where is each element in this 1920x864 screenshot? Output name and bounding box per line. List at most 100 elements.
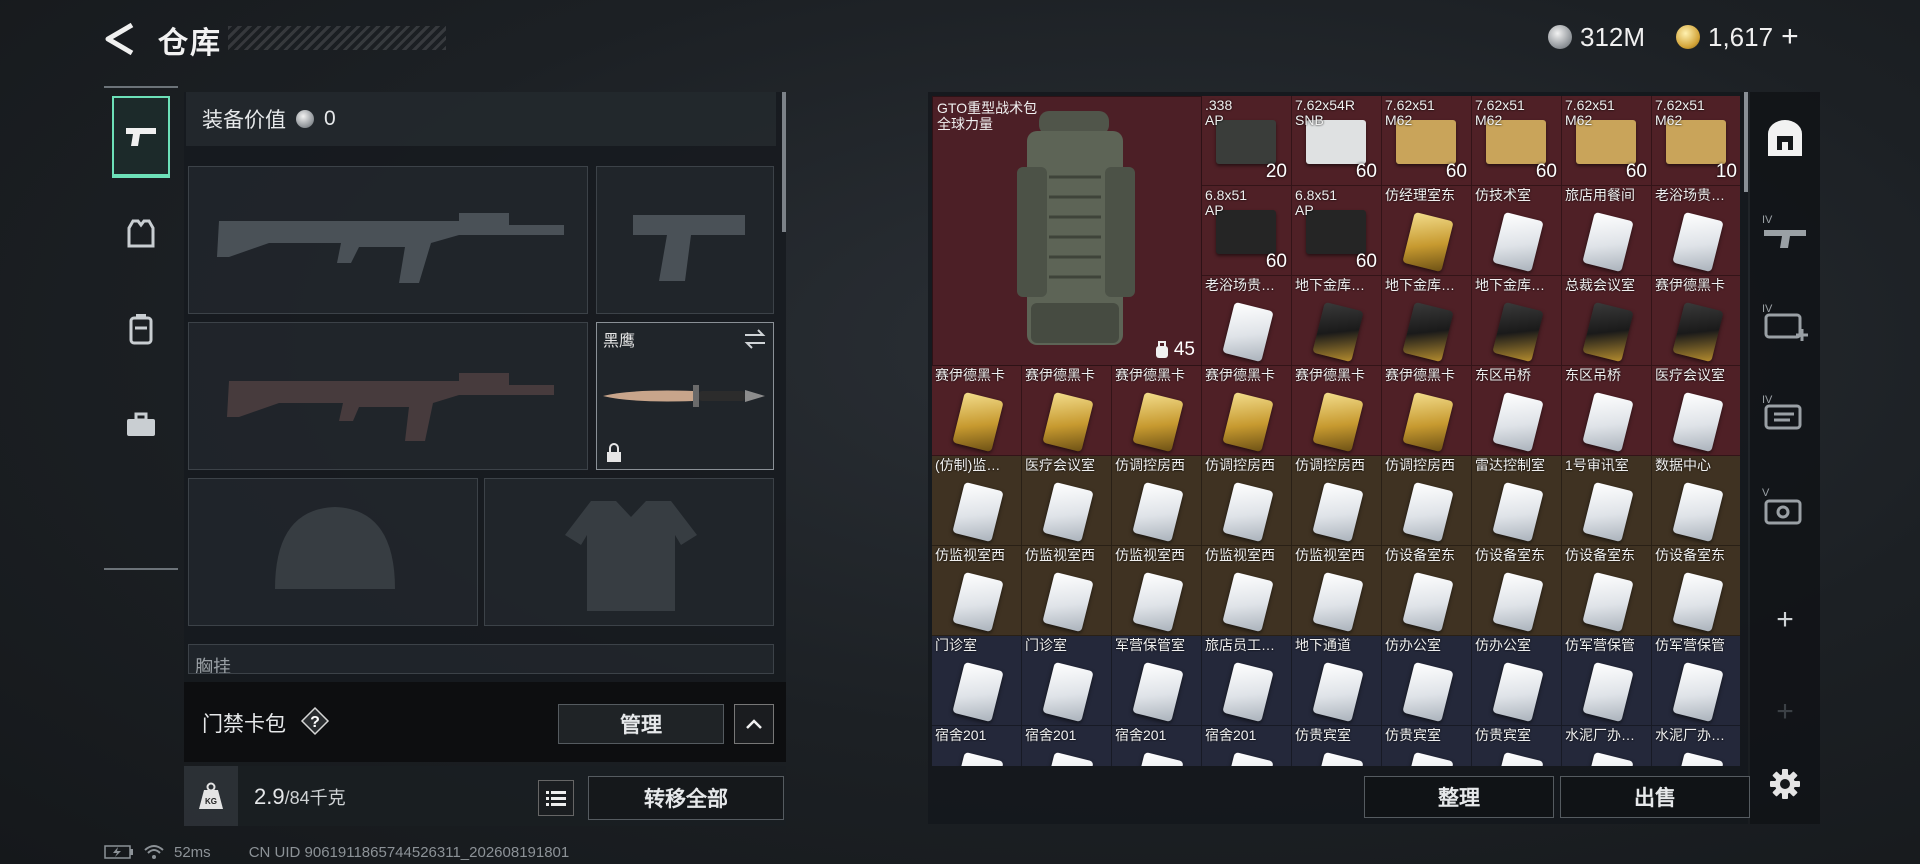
rail-ammo-case[interactable]: IV: [1758, 382, 1812, 442]
storage-item[interactable]: 7.62x51 M62 60: [1382, 96, 1472, 186]
storage-item[interactable]: 仿贵宾室: [1292, 726, 1382, 766]
storage-item[interactable]: 仿技术室: [1472, 186, 1562, 276]
storage-item[interactable]: 仿调控房西: [1382, 456, 1472, 546]
storage-item[interactable]: 宿舍201: [1112, 726, 1202, 766]
storage-item[interactable]: 仿监视室西: [1112, 546, 1202, 636]
storage-item[interactable]: 仿设备室东: [1652, 546, 1740, 636]
help-icon[interactable]: ?: [300, 706, 330, 736]
storage-item[interactable]: 老浴场贵…: [1202, 276, 1292, 366]
storage-item[interactable]: 地下通道: [1292, 636, 1382, 726]
item-name: 军营保管室: [1115, 638, 1185, 653]
storage-item[interactable]: 赛伊德黑卡: [1022, 366, 1112, 456]
tab-weapons[interactable]: [112, 96, 170, 178]
storage-item[interactable]: 总裁会议室: [1562, 276, 1652, 366]
storage-item[interactable]: 仿监视室西: [1292, 546, 1382, 636]
secondary-weapon-slot[interactable]: [188, 322, 588, 470]
storage-item[interactable]: 赛伊德黑卡: [1652, 276, 1740, 366]
storage-item[interactable]: (仿制)监…: [932, 456, 1022, 546]
storage-item[interactable]: 仿监视室西: [1202, 546, 1292, 636]
storage-item[interactable]: 赛伊德黑卡: [1202, 366, 1292, 456]
storage-scrollbar[interactable]: [1744, 92, 1748, 192]
chest-rig-slot[interactable]: 胸挂: [188, 644, 774, 674]
collapse-button[interactable]: [734, 704, 774, 744]
storage-item[interactable]: 仿设备室东: [1562, 546, 1652, 636]
rail-weapon-case[interactable]: IV: [1758, 202, 1812, 262]
storage-item[interactable]: 雷达控制室: [1472, 456, 1562, 546]
rail-add-button[interactable]: +: [1758, 590, 1812, 650]
storage-item[interactable]: 赛伊德黑卡: [1382, 366, 1472, 456]
storage-item[interactable]: 宿舍201: [932, 726, 1022, 766]
keycard-icon: [1492, 751, 1544, 766]
storage-item[interactable]: 东区吊桥: [1562, 366, 1652, 456]
storage-item[interactable]: 水泥厂办…: [1562, 726, 1652, 766]
rail-safebox[interactable]: [1758, 108, 1812, 168]
tab-backpack[interactable]: [112, 288, 170, 370]
armor-slot[interactable]: [484, 478, 774, 626]
list-view-button[interactable]: [538, 780, 574, 816]
rail-medical-case[interactable]: IV: [1758, 292, 1812, 352]
storage-item[interactable]: 东区吊桥: [1472, 366, 1562, 456]
backpack-item[interactable]: GTO重型战术包 全球力量 45: [932, 96, 1202, 366]
storage-item[interactable]: 仿监视室西: [932, 546, 1022, 636]
storage-item[interactable]: 门诊室: [932, 636, 1022, 726]
item-name: 地下通道: [1295, 638, 1351, 653]
storage-item[interactable]: 水泥厂办…: [1652, 726, 1740, 766]
storage-item[interactable]: 仿办公室: [1382, 636, 1472, 726]
storage-item[interactable]: 宿舍201: [1202, 726, 1292, 766]
sell-button[interactable]: 出售: [1560, 776, 1750, 818]
storage-item[interactable]: 医疗会议室: [1022, 456, 1112, 546]
storage-item[interactable]: 1号审讯室: [1562, 456, 1652, 546]
storage-item[interactable]: 地下金库…: [1382, 276, 1472, 366]
storage-item[interactable]: .338 AP 20: [1202, 96, 1292, 186]
keycard-icon: [1402, 391, 1454, 453]
add-gold-icon[interactable]: +: [1781, 20, 1799, 54]
storage-item[interactable]: 旅店员工…: [1202, 636, 1292, 726]
storage-item[interactable]: 仿设备室东: [1382, 546, 1472, 636]
storage-item[interactable]: 老浴场贵…: [1652, 186, 1740, 276]
primary-weapon-slot[interactable]: [188, 166, 588, 314]
melee-slot[interactable]: 黑鹰: [596, 322, 774, 470]
storage-item[interactable]: 仿经理室东: [1382, 186, 1472, 276]
storage-item[interactable]: 数据中心: [1652, 456, 1740, 546]
currency-gold[interactable]: 1,617 +: [1676, 20, 1799, 54]
storage-item[interactable]: 仿设备室东: [1472, 546, 1562, 636]
storage-item[interactable]: 仿监视室西: [1022, 546, 1112, 636]
storage-item[interactable]: 仿调控房西: [1112, 456, 1202, 546]
storage-item[interactable]: 仿调控房西: [1202, 456, 1292, 546]
storage-item[interactable]: 仿办公室: [1472, 636, 1562, 726]
storage-item[interactable]: 6.8x51 AP 60: [1202, 186, 1292, 276]
settings-button[interactable]: [1758, 754, 1812, 814]
helmet-slot[interactable]: [188, 478, 478, 626]
storage-item[interactable]: 军营保管室: [1112, 636, 1202, 726]
transfer-all-button[interactable]: 转移全部: [588, 776, 784, 820]
storage-item[interactable]: 赛伊德黑卡: [1112, 366, 1202, 456]
storage-item[interactable]: 赛伊德黑卡: [1292, 366, 1382, 456]
rail-tool-case[interactable]: V: [1758, 476, 1812, 536]
storage-item[interactable]: 7.62x51 M62 60: [1472, 96, 1562, 186]
storage-item[interactable]: 地下金库…: [1292, 276, 1382, 366]
storage-item[interactable]: 赛伊德黑卡: [932, 366, 1022, 456]
storage-item[interactable]: 医疗会议室: [1652, 366, 1740, 456]
storage-item[interactable]: 门诊室: [1022, 636, 1112, 726]
pistol-slot[interactable]: [596, 166, 774, 314]
storage-item[interactable]: 6.8x51 AP 60: [1292, 186, 1382, 276]
back-button[interactable]: [100, 22, 142, 56]
storage-item[interactable]: 仿军营保管: [1652, 636, 1740, 726]
sort-button[interactable]: 整理: [1364, 776, 1554, 818]
loadout-scrollbar[interactable]: [782, 92, 786, 232]
storage-item[interactable]: 旅店用餐间: [1562, 186, 1652, 276]
manage-button[interactable]: 管理: [558, 704, 724, 744]
storage-item[interactable]: 宿舍201: [1022, 726, 1112, 766]
tab-case[interactable]: [112, 384, 170, 466]
silver-coin-icon: [1548, 25, 1572, 49]
storage-item[interactable]: 地下金库…: [1472, 276, 1562, 366]
storage-item[interactable]: 7.62x51 M62 60: [1562, 96, 1652, 186]
storage-item[interactable]: 仿贵宾室: [1382, 726, 1472, 766]
tab-armor[interactable]: [112, 192, 170, 274]
storage-item[interactable]: 7.62x51 M62 10: [1652, 96, 1740, 186]
storage-item[interactable]: 7.62x54R SNB 60: [1292, 96, 1382, 186]
storage-item[interactable]: 仿军营保管: [1562, 636, 1652, 726]
swap-icon[interactable]: [743, 329, 767, 349]
storage-item[interactable]: 仿贵宾室: [1472, 726, 1562, 766]
storage-item[interactable]: 仿调控房西: [1292, 456, 1382, 546]
